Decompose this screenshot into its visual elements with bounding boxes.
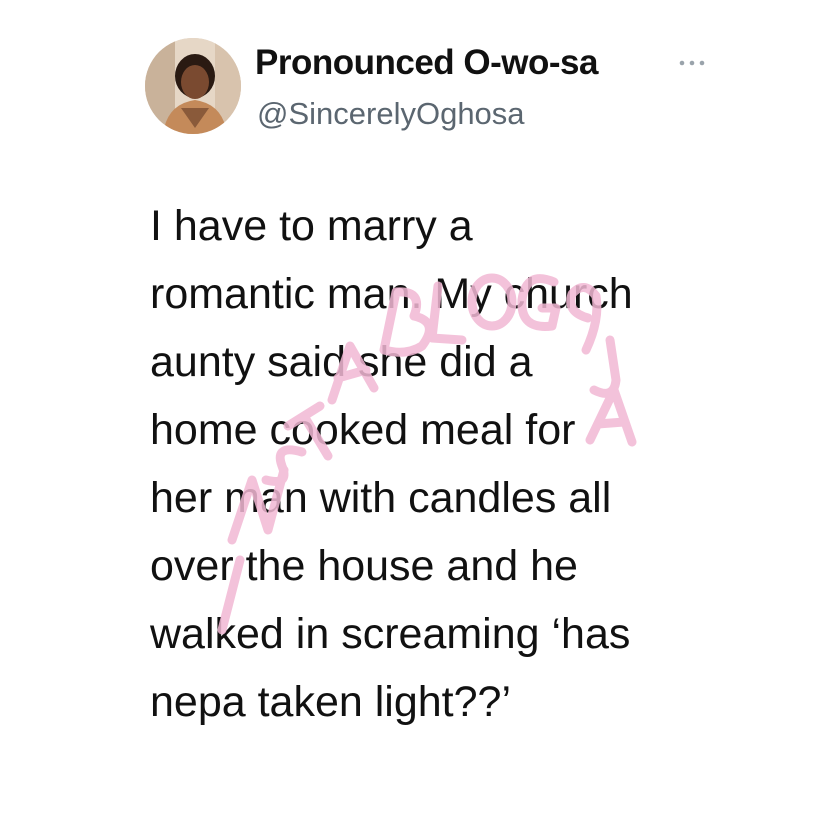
tweet-text: I have to marry a romantic man. My churc…: [150, 202, 633, 726]
more-horizontal-icon[interactable]: [676, 54, 708, 72]
user-handle[interactable]: @SincerelyOghosa: [257, 96, 525, 132]
avatar-photo: [145, 38, 241, 134]
display-name[interactable]: Pronounced O-wo-sa: [255, 43, 598, 83]
tweet-card: Pronounced O-wo-sa @SincerelyOghosa I ha…: [0, 0, 828, 815]
avatar[interactable]: [145, 38, 241, 134]
